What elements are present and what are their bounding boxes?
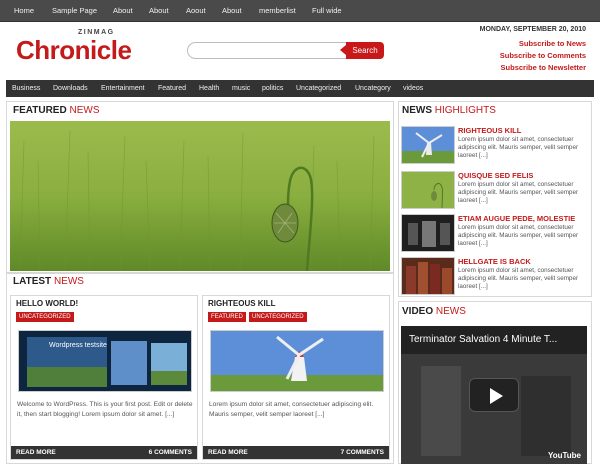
post-footer: READ MORE 7 COMMENTS <box>203 446 389 459</box>
post-tag[interactable]: FEATURED <box>208 312 246 322</box>
post-tag[interactable]: UNCATEGORIZED <box>249 312 307 322</box>
post-card: RIGHTEOUS KILL FEATURED UNCATEGORIZED Lo… <box>202 295 390 460</box>
highlight-excerpt: Lorem ipsum dolor sit amet, consectetuer… <box>458 267 579 290</box>
featured-title-black: FEATURED <box>13 105 67 116</box>
post-title[interactable]: HELLO WORLD! <box>16 299 78 308</box>
post-image[interactable]: Wordpress testsite <box>18 330 192 392</box>
logo-big-first: Chr <box>16 35 60 65</box>
top-nav-home[interactable]: Home <box>14 0 34 22</box>
subscribe-news-link[interactable]: Subscribe to News <box>519 39 586 48</box>
video-news-title: VIDEO NEWS <box>402 306 466 317</box>
category-entertainment[interactable]: Entertainment <box>101 80 145 97</box>
highlight-item[interactable]: ETIAM AUGUE PEDE, MOLESTIE Lorem ipsum d… <box>401 214 587 256</box>
highlights-title-black: NEWS <box>402 105 432 116</box>
highlight-thumbnail-grass[interactable] <box>401 171 455 209</box>
current-date: MONDAY, SEPTEMBER 20, 2010 <box>479 26 586 33</box>
post-title[interactable]: RIGHTEOUS KILL <box>208 299 276 308</box>
comments-link[interactable]: 6 COMMENTS <box>149 446 192 459</box>
top-nav-about-1[interactable]: About <box>113 0 133 22</box>
news-highlights-title: NEWS HIGHLIGHTS <box>402 105 496 116</box>
highlight-item[interactable]: QUISQUE SED FELIS Lorem ipsum dolor sit … <box>401 171 587 213</box>
highlight-title[interactable]: RIGHTEOUS KILL <box>458 126 521 135</box>
highlight-title[interactable]: ETIAM AUGUE PEDE, MOLESTIE <box>458 214 575 223</box>
top-nav-about-2[interactable]: About <box>149 0 169 22</box>
top-nav-memberlist[interactable]: memberlist <box>259 0 296 22</box>
latest-title-red: NEWS <box>53 276 84 287</box>
windmill-image <box>402 127 454 163</box>
highlight-item[interactable]: HELLGATE IS BACK Lorem ipsum dolor sit a… <box>401 257 587 299</box>
subscribe-newsletter-link[interactable]: Subscribe to Newsletter <box>501 63 586 72</box>
comments-link[interactable]: 7 COMMENTS <box>341 446 384 459</box>
screens-image <box>402 215 454 251</box>
post-excerpt: Welcome to WordPress. This is your first… <box>17 401 193 418</box>
logo-big-rest: onicle <box>59 35 132 65</box>
image-caption: Wordpress testsite <box>49 342 107 349</box>
site-logo[interactable]: ZINMAG Chronicle <box>16 29 156 65</box>
highlight-thumbnail-windmill[interactable] <box>401 126 455 164</box>
search-input[interactable] <box>187 42 347 59</box>
category-downloads[interactable]: Downloads <box>53 80 88 97</box>
top-nav-about-3[interactable]: About <box>222 0 242 22</box>
highlights-title-red: HIGHLIGHTS <box>434 105 496 116</box>
latest-title-black: LATEST <box>13 276 52 287</box>
wordpress-testsite-image: Wordpress testsite <box>19 331 191 391</box>
search-button[interactable]: Search <box>340 42 384 59</box>
highlight-title[interactable]: HELLGATE IS BACK <box>458 257 531 266</box>
top-nav-full-wide[interactable]: Full wide <box>312 0 342 22</box>
read-more-link[interactable]: READ MORE <box>16 446 56 459</box>
highlight-excerpt: Lorem ipsum dolor sit amet, consectetuer… <box>458 224 579 247</box>
highlight-thumbnail-dark-screens[interactable] <box>401 214 455 252</box>
category-uncategory[interactable]: Uncategory <box>355 80 391 97</box>
highlight-excerpt: Lorem ipsum dolor sit amet, consectetuer… <box>458 181 579 204</box>
category-politics[interactable]: politics <box>262 80 283 97</box>
highlight-excerpt: Lorem ipsum dolor sit amet, consectetuer… <box>458 136 579 159</box>
category-nav: Business Downloads Entertainment Feature… <box>6 80 594 97</box>
windmill-image <box>211 331 383 391</box>
latest-news-title: LATEST NEWS <box>13 276 84 287</box>
top-nav-aoout[interactable]: Aoout <box>186 0 206 22</box>
post-footer: READ MORE 6 COMMENTS <box>11 446 197 459</box>
video-title-black: VIDEO <box>402 306 434 317</box>
highlight-thumbnail-hellgate[interactable] <box>401 257 455 295</box>
category-videos[interactable]: videos <box>403 80 423 97</box>
category-health[interactable]: Health <box>199 80 219 97</box>
video-player[interactable]: Terminator Salvation 4 Minute T... YouTu… <box>401 326 587 464</box>
top-nav: Home Sample Page About About Aoout About… <box>0 0 600 22</box>
post-image[interactable] <box>210 330 384 392</box>
video-title-red: NEWS <box>435 306 466 317</box>
hellgate-image <box>402 258 454 294</box>
subscribe-comments-link[interactable]: Subscribe to Comments <box>500 51 586 60</box>
highlight-title[interactable]: QUISQUE SED FELIS <box>458 171 533 180</box>
top-nav-sample-page[interactable]: Sample Page <box>52 0 97 22</box>
category-business[interactable]: Business <box>12 80 40 97</box>
category-uncategorized[interactable]: Uncategorized <box>296 80 341 97</box>
video-player-title[interactable]: Terminator Salvation 4 Minute T... <box>409 334 557 345</box>
logo-big-text: Chronicle <box>16 35 132 66</box>
post-card: HELLO WORLD! UNCATEGORIZED Wordpress tes… <box>10 295 198 460</box>
featured-news-title: FEATURED NEWS <box>13 105 99 116</box>
read-more-link[interactable]: READ MORE <box>208 446 248 459</box>
category-music[interactable]: music <box>232 80 250 97</box>
grass-image <box>402 172 454 208</box>
youtube-logo[interactable]: YouTube <box>548 451 581 460</box>
featured-image[interactable] <box>10 121 390 271</box>
play-button-icon[interactable] <box>469 378 519 412</box>
highlight-item[interactable]: RIGHTEOUS KILL Lorem ipsum dolor sit ame… <box>401 126 587 168</box>
poppy-bud-photo <box>10 121 390 271</box>
post-excerpt: Lorem ipsum dolor sit amet, consectetuer… <box>209 401 374 418</box>
post-tag[interactable]: UNCATEGORIZED <box>16 312 74 322</box>
category-featured[interactable]: Featured <box>158 80 186 97</box>
featured-title-red: NEWS <box>69 105 100 116</box>
